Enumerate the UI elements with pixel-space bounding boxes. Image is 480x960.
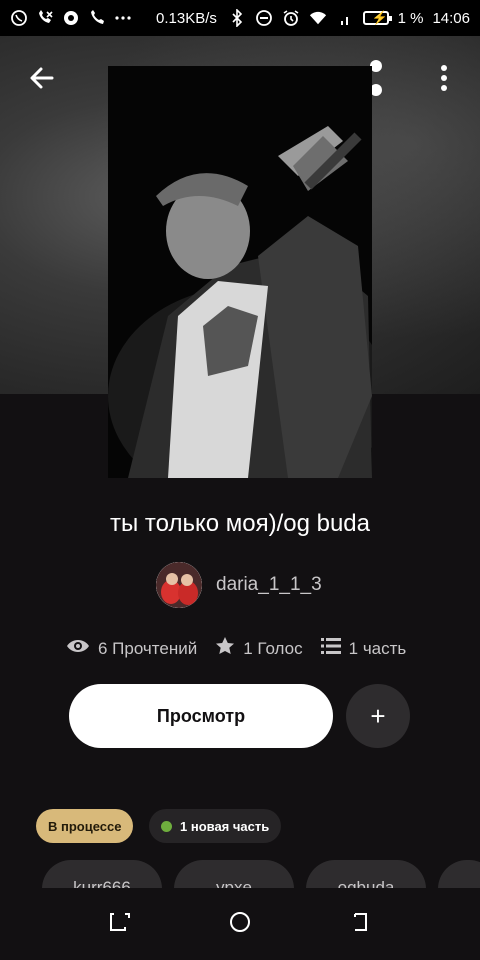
new-part-label: 1 новая часть xyxy=(180,818,270,834)
status-bar: 0.13KB/s ⚡ 1 % 14:06 xyxy=(0,0,480,36)
votes-count: 1 Голос xyxy=(243,638,303,658)
status-badge: В процессе xyxy=(36,809,134,843)
more-vertical-icon xyxy=(440,64,448,97)
tag-chip[interactable]: ogbuda xyxy=(306,860,426,888)
tag-chip[interactable]: kurr666 xyxy=(42,860,162,888)
clock: 14:06 xyxy=(432,9,470,27)
parts-stat: 1 часть xyxy=(320,637,407,660)
view-button[interactable]: Просмотр xyxy=(69,684,333,748)
new-dot-icon xyxy=(161,820,172,832)
author-name[interactable]: daria_1_1_3 xyxy=(216,574,322,596)
eye-icon xyxy=(66,637,90,660)
star-icon xyxy=(215,636,235,661)
bluetooth-icon xyxy=(228,9,246,27)
add-to-library-button[interactable]: + xyxy=(346,684,410,748)
plus-icon: + xyxy=(370,700,386,731)
wifi-icon xyxy=(309,9,327,27)
tag-chip[interactable]: ypxe xyxy=(174,860,294,888)
battery-level: 1 % xyxy=(397,9,424,27)
alarm-icon xyxy=(282,9,300,27)
story-title: ты только моя)/og buda xyxy=(109,510,370,537)
signal-icon xyxy=(336,9,354,27)
more-dots-icon xyxy=(114,9,132,27)
missed-call-icon xyxy=(36,9,54,27)
more-options-button[interactable] xyxy=(422,58,466,102)
new-part-badge: 1 новая часть xyxy=(149,809,282,843)
author-row[interactable]: daria_1_1_3 xyxy=(156,562,322,608)
back-arrow-icon xyxy=(28,64,56,97)
viber-icon xyxy=(10,9,28,27)
phone-icon xyxy=(88,9,106,27)
battery-charging-icon: ⚡ xyxy=(362,10,392,25)
story-stats: 6 Прочтений 1 Голос 1 часть xyxy=(66,636,424,661)
back-nav-icon xyxy=(348,910,372,939)
tags-row: kurr666 ypxe ogbuda xyxy=(0,858,480,888)
parts-count: 1 часть xyxy=(348,638,407,658)
recents-button[interactable] xyxy=(102,906,138,942)
home-button[interactable] xyxy=(222,906,258,942)
tag-chip-partial[interactable] xyxy=(438,860,480,888)
system-nav-bar xyxy=(0,888,480,960)
cover-photo xyxy=(108,66,372,478)
story-cover[interactable] xyxy=(108,66,372,478)
network-speed: 0.13KB/s xyxy=(156,9,217,27)
list-icon xyxy=(320,637,341,660)
reads-stat: 6 Прочтений xyxy=(66,637,197,660)
message-icon xyxy=(62,9,80,27)
reads-count: 6 Прочтений xyxy=(98,638,198,658)
back-button[interactable] xyxy=(20,58,64,102)
back-nav-button[interactable] xyxy=(342,906,378,942)
votes-stat: 1 Голос xyxy=(215,636,303,661)
author-avatar[interactable] xyxy=(156,562,202,608)
recents-icon xyxy=(108,910,132,939)
home-circle-icon xyxy=(228,910,252,939)
dnd-icon xyxy=(255,9,273,27)
